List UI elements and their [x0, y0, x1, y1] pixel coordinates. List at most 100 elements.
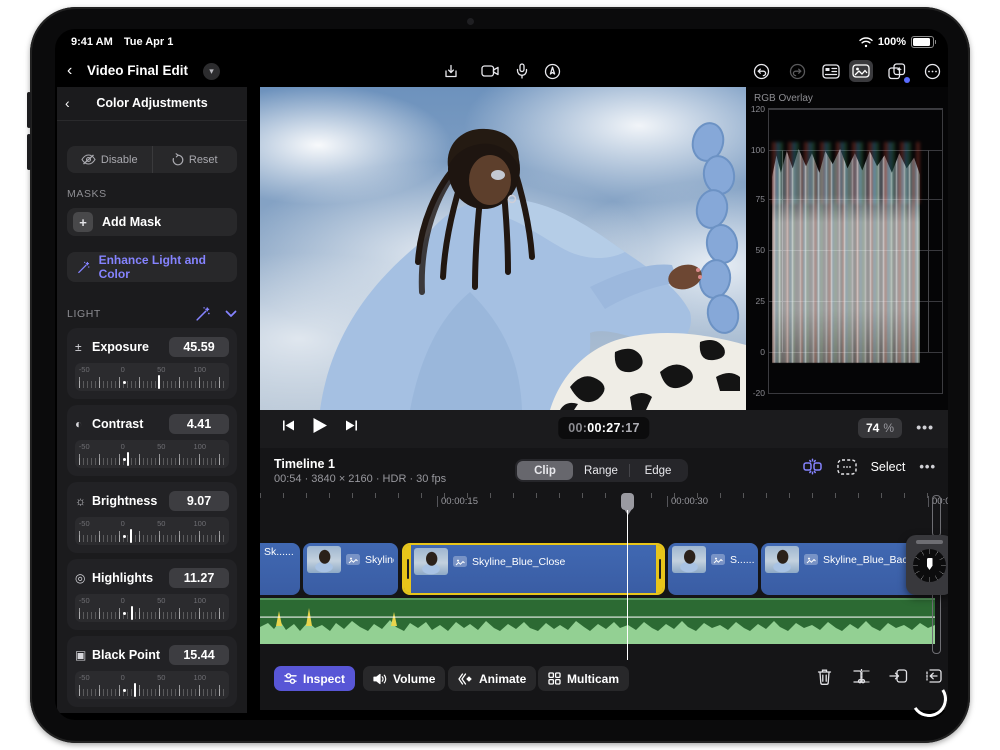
- select-tool-icon[interactable]: [837, 459, 857, 475]
- highlights-slider: ◎ Highlights 11.27 -50050100: [67, 559, 237, 630]
- slider-label: Contrast: [92, 417, 169, 431]
- import-button[interactable]: [439, 60, 463, 82]
- slider-value[interactable]: 45.59: [169, 337, 229, 357]
- previous-frame-button[interactable]: [282, 419, 295, 432]
- tool-label: Multicam: [567, 672, 619, 686]
- auto-enhance-icon[interactable]: [195, 306, 211, 322]
- effects-button[interactable]: [885, 60, 909, 82]
- play-button[interactable]: [312, 417, 328, 434]
- slider-ruler[interactable]: -50050100: [75, 440, 229, 468]
- reset-icon: [172, 153, 184, 166]
- clip-track: Sk...... Skyline_Blue_Wide: [260, 543, 948, 595]
- slider-label: Black Point: [92, 648, 169, 662]
- jog-wheel[interactable]: [906, 535, 948, 595]
- mode-edge[interactable]: Edge: [630, 461, 686, 480]
- undo-button[interactable]: [749, 60, 773, 82]
- slider-value[interactable]: 15.44: [169, 645, 229, 665]
- slider-ruler[interactable]: -50050100: [75, 517, 229, 545]
- camera-button[interactable]: [478, 60, 502, 82]
- black-point-icon: ▣: [75, 648, 92, 662]
- timeline-ruler[interactable]: 00:00:15 00:00:30 00:00:45: [260, 493, 935, 515]
- multicam-button[interactable]: Multicam: [538, 666, 629, 691]
- enhance-light-color-button[interactable]: Enhance Light and Color: [67, 252, 237, 282]
- edit-mode-segmented-control: Clip Range Edge: [515, 459, 688, 482]
- jog-dial[interactable]: [913, 549, 946, 582]
- volume-button-up: [27, 92, 31, 128]
- slider-value[interactable]: 9.07: [169, 491, 229, 511]
- app-screen: 9:41 AM Tue Apr 1 100% ‹ Video Final Edi…: [55, 29, 948, 720]
- slider-label: Highlights: [92, 571, 169, 585]
- microphone-button[interactable]: [510, 60, 534, 82]
- clip-skyline-short[interactable]: S........: [668, 543, 758, 595]
- project-title-chevron[interactable]: ▾: [203, 63, 220, 80]
- jog-grip[interactable]: [916, 540, 943, 544]
- transport-bar: 00:00:27:17 74% •••: [260, 410, 948, 448]
- exposure-slider: ± Exposure 45.59 -50050100: [67, 328, 237, 399]
- playhead-handle[interactable]: [621, 493, 634, 510]
- viewer-more-button[interactable]: •••: [916, 419, 934, 435]
- audio-track[interactable]: [260, 598, 935, 644]
- multicam-icon: [548, 672, 561, 685]
- slider-ruler[interactable]: -50050100: [75, 671, 229, 699]
- inspector-toggle-button[interactable]: [819, 60, 843, 82]
- volume-button[interactable]: Volume: [363, 666, 445, 691]
- slider-ruler[interactable]: -50050100: [75, 594, 229, 622]
- video-preview[interactable]: [260, 87, 746, 410]
- light-section-header: LIGHT: [67, 304, 237, 324]
- add-mask-button[interactable]: + Add Mask: [67, 208, 237, 236]
- tool-label: Animate: [479, 672, 526, 686]
- timeline-more-button[interactable]: •••: [919, 459, 936, 474]
- add-mask-label: Add Mask: [102, 215, 161, 229]
- viewer-zoom-control[interactable]: 74%: [858, 418, 902, 438]
- timecode-hours: 00:: [568, 421, 587, 435]
- trim-handle-right[interactable]: [656, 545, 663, 593]
- slider-value[interactable]: 4.41: [169, 414, 229, 434]
- magic-wand-icon: [77, 260, 91, 275]
- photo-icon: [804, 554, 818, 565]
- next-frame-button[interactable]: [345, 419, 358, 432]
- clip-label: Skyline_Blue_Wide: [365, 554, 394, 566]
- disable-label: Disable: [101, 154, 138, 166]
- timeline-name[interactable]: Timeline 1: [274, 457, 335, 471]
- connect-clips-icon[interactable]: [802, 458, 823, 475]
- project-title[interactable]: Video Final Edit: [87, 63, 188, 78]
- exposure-icon: ±: [75, 340, 92, 354]
- split-clip-button[interactable]: [852, 668, 871, 684]
- delete-clip-button[interactable]: [817, 668, 832, 685]
- clip-skyline-partial[interactable]: Sk......: [260, 543, 300, 595]
- disable-button[interactable]: Disable: [67, 146, 152, 173]
- collapse-chevron-icon[interactable]: [225, 310, 237, 318]
- overwrite-button[interactable]: [889, 668, 908, 684]
- inspect-icon: [284, 672, 297, 685]
- back-button[interactable]: ‹: [67, 61, 72, 81]
- inspect-button[interactable]: Inspect: [274, 666, 355, 691]
- select-button[interactable]: Select: [871, 460, 906, 474]
- scope-waveform: [772, 147, 920, 363]
- front-camera: [467, 18, 474, 25]
- animate-button[interactable]: Animate: [448, 666, 536, 691]
- tool-label: Volume: [393, 672, 435, 686]
- disable-reset-group: Disable Reset: [67, 146, 237, 173]
- redo-button[interactable]: [785, 60, 809, 82]
- clip-label: Skyline_Blue_Close: [472, 556, 565, 568]
- slider-ruler[interactable]: -50050100: [75, 363, 229, 391]
- audio-waveform: [260, 600, 935, 644]
- pencil-button[interactable]: [540, 60, 564, 82]
- mode-range[interactable]: Range: [573, 461, 629, 480]
- contrast-icon: ◐: [75, 417, 92, 431]
- animate-icon: [458, 673, 473, 685]
- rgb-overlay-scope: RGB Overlay 120 100 75 50 25 0 -20: [746, 87, 948, 410]
- clip-label: S........: [730, 554, 754, 566]
- reset-button[interactable]: Reset: [152, 146, 238, 173]
- black-point-slider: ▣ Black Point 15.44 -50050100: [67, 636, 237, 707]
- status-bar: 9:41 AM Tue Apr 1 100%: [55, 29, 948, 56]
- mode-clip[interactable]: Clip: [517, 461, 573, 480]
- more-button[interactable]: [920, 60, 944, 82]
- media-browser-button[interactable]: [849, 60, 873, 82]
- app-toolbar: ‹ Video Final Edit ▾: [55, 56, 948, 87]
- clip-thumbnail: [307, 546, 341, 573]
- timeline-meta: 00:54 · 3840 × 2160 · HDR · 30 fps: [274, 473, 446, 485]
- trim-handle-left[interactable]: [404, 545, 411, 593]
- clip-skyline-blue-wide[interactable]: Skyline_Blue_Wide: [303, 543, 398, 595]
- slider-value[interactable]: 11.27: [169, 568, 229, 588]
